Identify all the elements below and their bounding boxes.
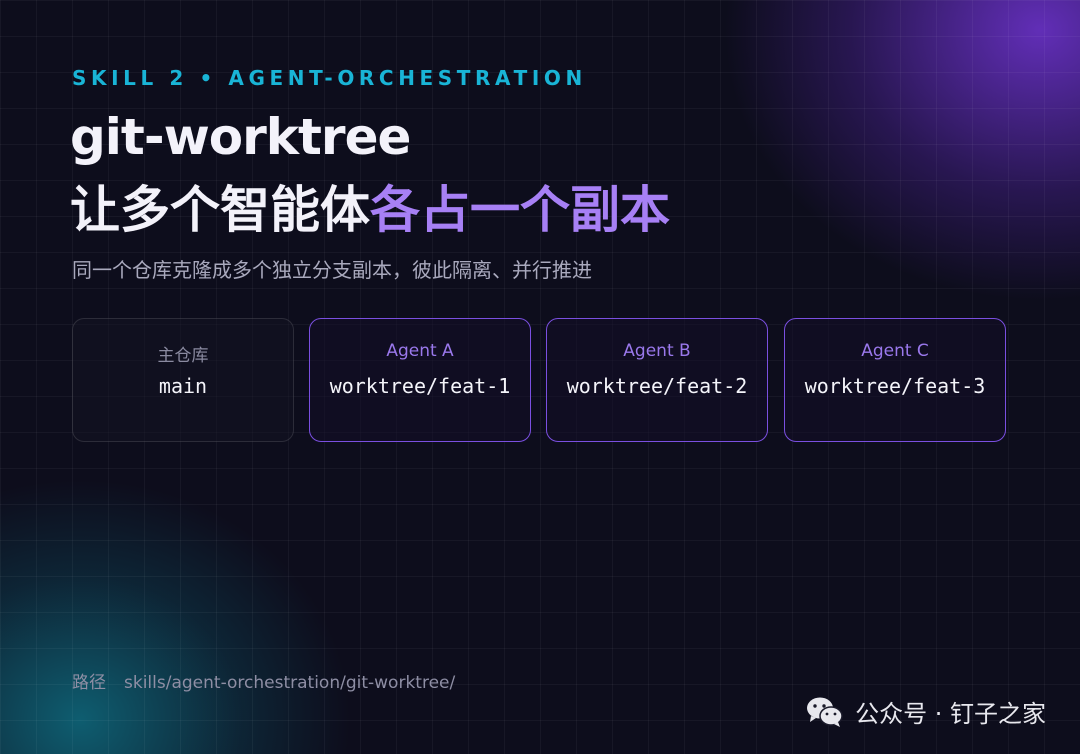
card-value: main [158,374,208,398]
card-agent-c: Agent C worktree/feat-3 [784,318,1006,442]
watermark-text: 公众号 · 钉子之家 [855,700,1046,728]
card-value: worktree/feat-2 [566,374,748,398]
wechat-icon [807,697,843,727]
card-agent-a: Agent A worktree/feat-1 [309,318,531,442]
eyebrow-label: SKILL 2 • AGENT-ORCHESTRATION [72,66,587,90]
card-label: Agent A [386,341,454,361]
title-plain: 让多个智能体 [70,181,370,239]
card-value: worktree/feat-1 [329,374,511,398]
subtitle: 同一个仓库克隆成多个独立分支副本，彼此隔离、并行推进 [72,258,592,282]
card-label: 主仓库 [157,346,209,366]
page-title: git-worktree [70,108,411,166]
title-accent: 各占一个副本 [370,181,670,239]
path-label: 路径 [72,673,106,693]
path-value: skills/agent-orchestration/git-worktree/ [124,673,456,693]
slide: SKILL 2 • AGENT-ORCHESTRATION git-worktr… [0,0,1080,754]
page-title-line2: 让多个智能体各占一个副本 [70,170,670,242]
card-label: Agent C [861,341,929,361]
card-value: worktree/feat-3 [804,374,986,398]
card-main-repo: 主仓库 main [72,318,294,442]
card-agent-b: Agent B worktree/feat-2 [546,318,768,442]
watermark: 公众号 · 钉子之家 [805,694,1046,729]
card-label: Agent B [623,341,691,361]
path-line: 路径 skills/agent-orchestration/git-worktre… [72,668,455,693]
